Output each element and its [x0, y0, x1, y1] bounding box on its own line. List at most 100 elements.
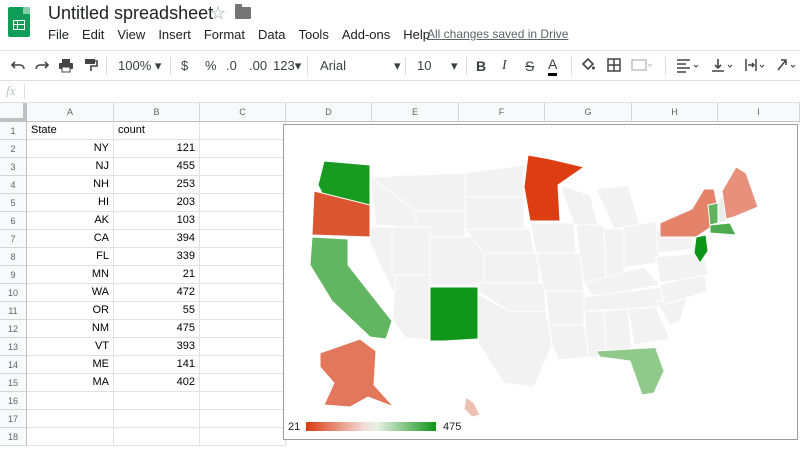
row-header-14[interactable]: 14: [0, 356, 27, 374]
save-status-link[interactable]: All changes saved in Drive: [427, 27, 568, 41]
row-header-5[interactable]: 5: [0, 194, 27, 212]
font-select[interactable]: Arial: [320, 56, 400, 76]
cell[interactable]: CA: [27, 230, 114, 248]
state-nm[interactable]: [429, 286, 479, 342]
state-ma[interactable]: [709, 222, 737, 236]
chevron-down-icon[interactable]: ▾: [451, 56, 458, 76]
cell[interactable]: [200, 176, 286, 194]
state-me[interactable]: [721, 166, 759, 220]
cell[interactable]: 402: [114, 374, 200, 392]
menu-edit[interactable]: Edit: [82, 27, 104, 42]
cell[interactable]: [200, 374, 286, 392]
geo-chart[interactable]: 21 475: [283, 124, 798, 440]
state-hi[interactable]: [463, 396, 481, 418]
menu-help[interactable]: Help: [403, 27, 430, 42]
row-header-3[interactable]: 3: [0, 158, 27, 176]
row-header-10[interactable]: 10: [0, 284, 27, 302]
cell[interactable]: 55: [114, 302, 200, 320]
cell[interactable]: [200, 140, 286, 158]
state-ak[interactable]: [319, 338, 395, 408]
row-header-8[interactable]: 8: [0, 248, 27, 266]
formula-input[interactable]: [30, 83, 790, 100]
bold-button[interactable]: B: [476, 56, 486, 76]
cell[interactable]: FL: [27, 248, 114, 266]
row-header-2[interactable]: 2: [0, 140, 27, 158]
cell[interactable]: 472: [114, 284, 200, 302]
cell[interactable]: [200, 158, 286, 176]
cell[interactable]: MA: [27, 374, 114, 392]
cell[interactable]: 455: [114, 158, 200, 176]
row-header-18[interactable]: 18: [0, 428, 27, 446]
row-header-11[interactable]: 11: [0, 302, 27, 320]
column-header-f[interactable]: F: [459, 103, 545, 122]
row-header-1[interactable]: 1: [0, 122, 27, 140]
font-size-select[interactable]: 10: [417, 56, 431, 76]
row-header-16[interactable]: 16: [0, 392, 27, 410]
select-all-corner[interactable]: [0, 103, 27, 122]
state-fl[interactable]: [595, 346, 665, 396]
document-title[interactable]: Untitled spreadsheet: [48, 3, 213, 24]
cell[interactable]: [200, 338, 286, 356]
cell[interactable]: 203: [114, 194, 200, 212]
zoom-select[interactable]: 100% ▾: [118, 56, 161, 76]
cell[interactable]: WA: [27, 284, 114, 302]
row-header-17[interactable]: 17: [0, 410, 27, 428]
strikethrough-button[interactable]: S: [525, 56, 534, 76]
cell[interactable]: State: [27, 122, 114, 140]
state-vt[interactable]: [707, 202, 719, 226]
star-icon[interactable]: ☆: [210, 3, 226, 24]
valign-icon[interactable]: [711, 56, 737, 74]
cell[interactable]: 339: [114, 248, 200, 266]
cell[interactable]: AK: [27, 212, 114, 230]
italic-button[interactable]: I: [502, 56, 507, 76]
cell[interactable]: MN: [27, 266, 114, 284]
redo-icon[interactable]: [34, 56, 50, 74]
text-color-button[interactable]: A: [548, 56, 558, 76]
row-header-9[interactable]: 9: [0, 266, 27, 284]
menu-addons[interactable]: Add-ons: [342, 27, 390, 42]
menu-file[interactable]: File: [48, 27, 69, 42]
cell[interactable]: NY: [27, 140, 114, 158]
menu-format[interactable]: Format: [204, 27, 245, 42]
cell[interactable]: HI: [27, 194, 114, 212]
cell[interactable]: NM: [27, 320, 114, 338]
cell[interactable]: VT: [27, 338, 114, 356]
row-header-6[interactable]: 6: [0, 212, 27, 230]
cell[interactable]: 253: [114, 176, 200, 194]
cell[interactable]: [27, 392, 114, 410]
cell[interactable]: [27, 410, 114, 428]
row-header-4[interactable]: 4: [0, 176, 27, 194]
percent-button[interactable]: %: [205, 56, 217, 76]
cell[interactable]: [200, 302, 286, 320]
wrap-icon[interactable]: [744, 56, 770, 74]
menu-tools[interactable]: Tools: [298, 27, 328, 42]
row-header-15[interactable]: 15: [0, 374, 27, 392]
undo-icon[interactable]: [10, 56, 26, 74]
cell[interactable]: 393: [114, 338, 200, 356]
cell[interactable]: [114, 410, 200, 428]
column-header-b[interactable]: B: [114, 103, 200, 122]
currency-button[interactable]: $: [181, 56, 188, 76]
cell[interactable]: [200, 320, 286, 338]
row-header-13[interactable]: 13: [0, 338, 27, 356]
column-header-h[interactable]: H: [632, 103, 718, 122]
chevron-down-icon[interactable]: ▾: [394, 56, 401, 76]
sheets-logo-icon[interactable]: [8, 7, 30, 37]
cell[interactable]: [114, 392, 200, 410]
cell[interactable]: NJ: [27, 158, 114, 176]
cell[interactable]: [200, 428, 286, 446]
cell[interactable]: OR: [27, 302, 114, 320]
align-icon[interactable]: [676, 56, 702, 74]
cell[interactable]: 121: [114, 140, 200, 158]
cell[interactable]: [200, 392, 286, 410]
cell[interactable]: 103: [114, 212, 200, 230]
column-header-g[interactable]: G: [545, 103, 632, 122]
menu-view[interactable]: View: [117, 27, 145, 42]
merge-icon[interactable]: [631, 56, 655, 74]
column-header-i[interactable]: I: [718, 103, 800, 122]
cell[interactable]: 21: [114, 266, 200, 284]
cell[interactable]: ME: [27, 356, 114, 374]
paint-format-icon[interactable]: [84, 56, 98, 74]
cell[interactable]: [200, 356, 286, 374]
menu-data[interactable]: Data: [258, 27, 285, 42]
